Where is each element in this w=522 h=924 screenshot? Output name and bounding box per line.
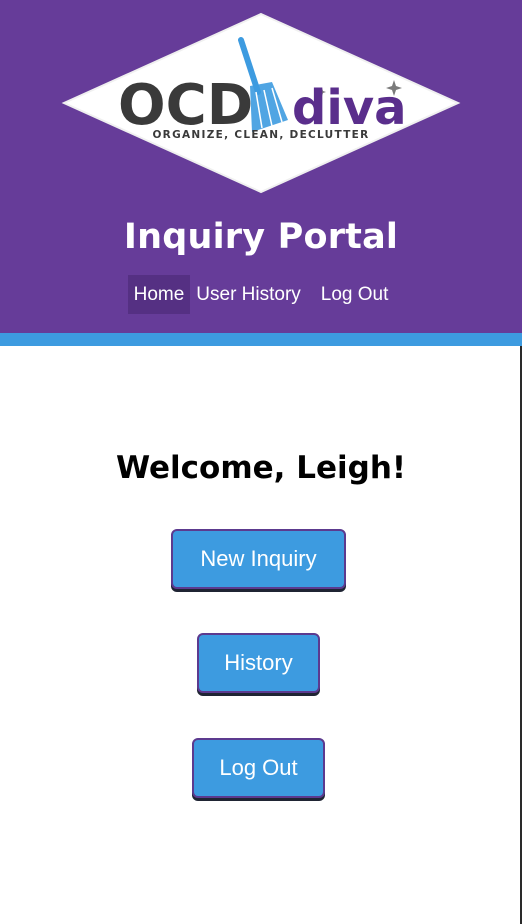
logo-accent-text: diva: [292, 80, 407, 136]
logo-tagline: ORGANIZE, CLEAN, DECLUTTER: [152, 129, 369, 141]
log-out-button[interactable]: Log Out: [192, 738, 325, 798]
new-inquiry-button[interactable]: New Inquiry: [171, 529, 346, 589]
nav-user-history[interactable]: User History: [190, 275, 307, 314]
header-accent-bar: [0, 333, 522, 346]
welcome-message: Welcome, Leigh!: [115, 450, 407, 486]
header: OCD diva ORGANIZE, CLEAN, DECLUTTER Inqu…: [0, 0, 522, 333]
logo: OCD diva ORGANIZE, CLEAN, DECLUTTER: [61, 12, 461, 194]
page-title: Inquiry Portal: [123, 217, 399, 257]
main-nav: Home User History Log Out: [0, 275, 522, 314]
nav-log-out[interactable]: Log Out: [315, 275, 395, 314]
history-button[interactable]: History: [197, 633, 320, 693]
nav-home[interactable]: Home: [127, 275, 191, 314]
